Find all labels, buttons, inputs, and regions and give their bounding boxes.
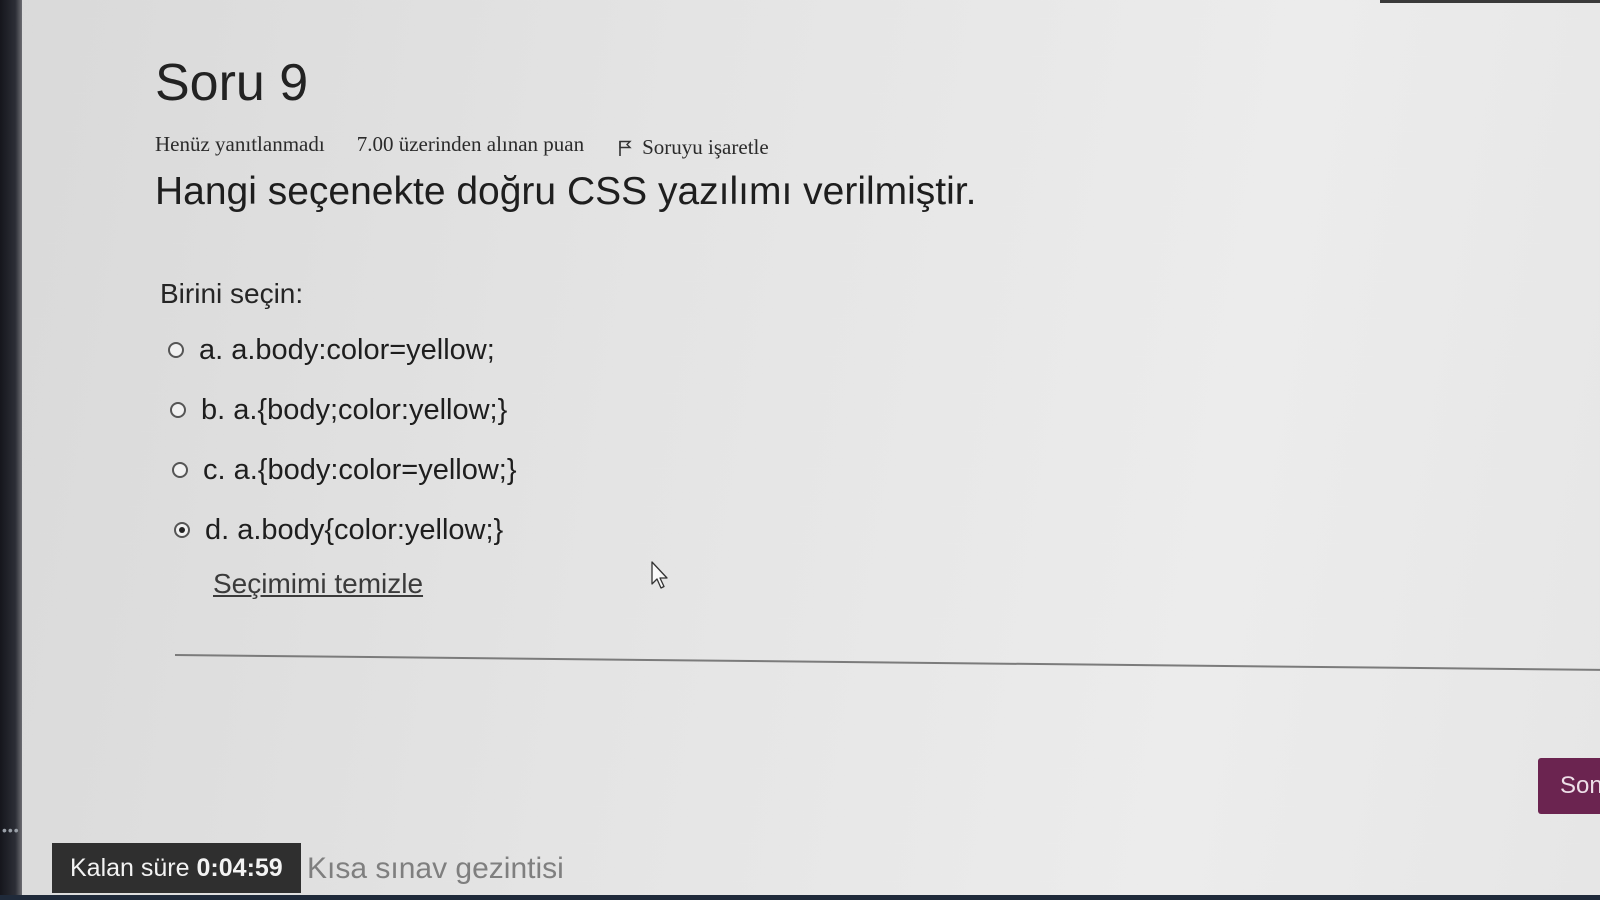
question-status: Henüz yanıtlanmadı — [155, 131, 325, 156]
question-block: Soru 9 Henüz yanıtlanmadı 7.00 üzerinden… — [155, 54, 1555, 215]
ellipsis-icon: ••• — [2, 822, 20, 838]
answer-list: a. a.body:color=yellow; b. a.{body;color… — [168, 328, 517, 568]
answer-label-d: d. a.body{color:yellow;} — [205, 513, 504, 546]
clear-choice-link[interactable]: Seçimimi temizle — [213, 568, 423, 600]
finish-button[interactable]: Son — [1538, 758, 1600, 814]
radio-button-c[interactable] — [172, 462, 188, 478]
answer-label-b: b. a.{body;color:yellow;} — [201, 393, 508, 426]
section-divider — [174, 654, 1600, 672]
flag-question-label: Soruyu işaretle — [642, 135, 769, 160]
answer-option-d[interactable]: d. a.body{color:yellow;} — [174, 508, 517, 552]
flag-icon — [619, 140, 632, 156]
question-number: Soru 9 — [155, 54, 309, 112]
timer-value: 0:04:59 — [196, 853, 283, 882]
answer-label-c: c. a.{body:color=yellow;} — [203, 453, 517, 486]
radio-button-b[interactable] — [170, 402, 186, 418]
answer-option-b[interactable]: b. a.{body;color:yellow;} — [170, 388, 517, 432]
question-text: Hangi seçenekte doğru CSS yazılımı veril… — [155, 169, 977, 213]
answer-label-a: a. a.body:color=yellow; — [199, 333, 495, 366]
quiz-timer: Kalan süre 0:04:59 — [52, 843, 301, 893]
radio-button-a[interactable] — [168, 342, 184, 358]
mouse-cursor-icon — [651, 561, 668, 589]
radio-button-d[interactable] — [174, 522, 190, 538]
window-left-edge — [0, 0, 22, 900]
question-info: Henüz yanıtlanmadı 7.00 üzerinden alınan… — [155, 130, 1555, 160]
answer-option-a[interactable]: a. a.body:color=yellow; — [168, 328, 517, 372]
answer-option-c[interactable]: c. a.{body:color=yellow;} — [172, 448, 517, 492]
top-edge-line — [1380, 0, 1600, 3]
quiz-navigation-link[interactable]: Kısa sınav gezintisi — [307, 852, 564, 886]
question-grade: 7.00 üzerinden alınan puan — [356, 131, 585, 156]
answer-prompt: Birini seçin: — [160, 278, 304, 309]
bottom-bar — [0, 895, 1600, 900]
timer-label: Kalan süre — [70, 853, 190, 882]
flag-question-link[interactable]: Soruyu işaretle — [618, 135, 769, 160]
